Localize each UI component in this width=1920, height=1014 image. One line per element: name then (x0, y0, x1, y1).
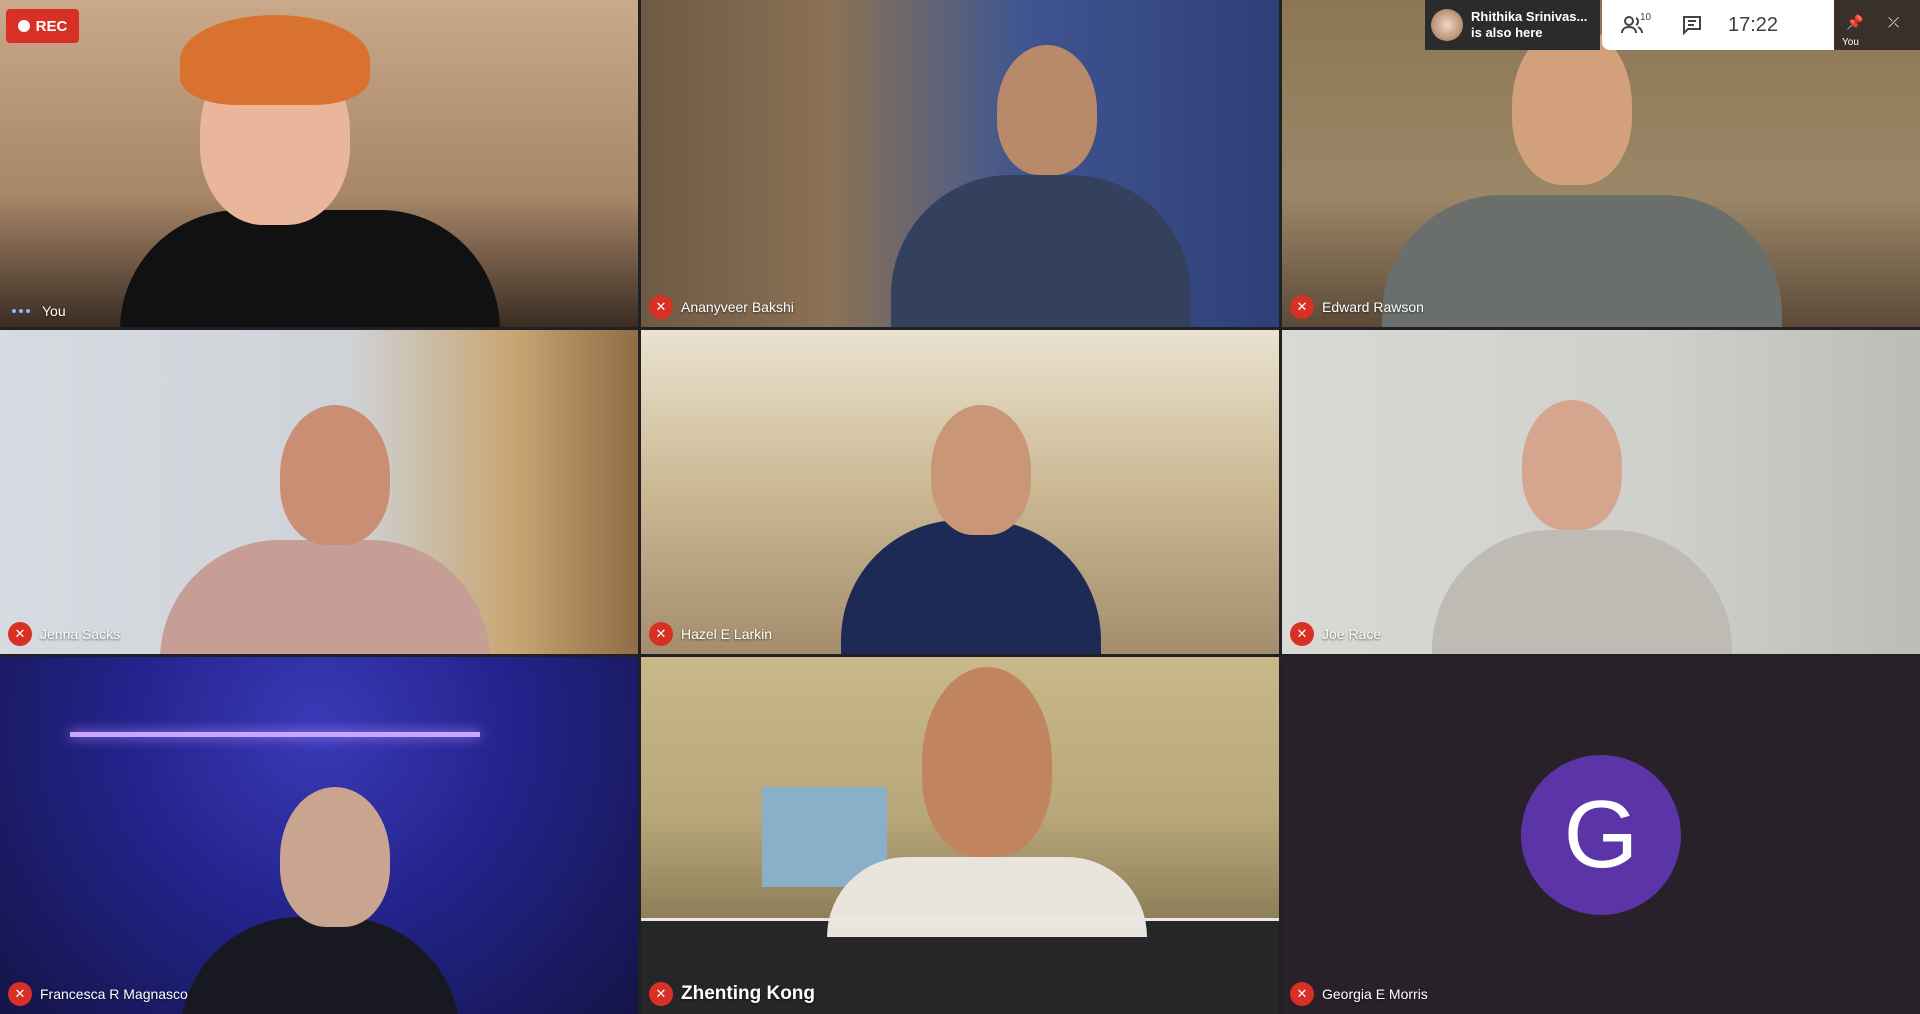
participant-tile[interactable]: ✕ Jenna Sacks (0, 330, 638, 654)
participant-name: Edward Rawson (1322, 299, 1424, 315)
record-dot-icon (17, 20, 30, 32)
notice-name: Rhithika Srinivas... (1471, 9, 1588, 24)
hide-self-view-icon[interactable]: ⤫ (1888, 14, 1906, 32)
person-silhouette (180, 917, 460, 1014)
participant-tile[interactable]: ✕ Joe Race (1282, 330, 1920, 654)
person-face (1522, 400, 1622, 530)
participant-grid: You ✕ Ananyveer Bakshi ✕ Edward Rawson ✕… (0, 0, 1920, 1014)
participant-avatar: G (1521, 755, 1681, 915)
pin-icon[interactable]: 📌 (1846, 14, 1864, 32)
self-view-thumbnail[interactable]: 📌 ⤫ You (1834, 0, 1920, 50)
people-button[interactable]: 10 (1602, 0, 1662, 50)
mic-off-icon: ✕ (649, 622, 673, 646)
mic-off-icon: ✕ (649, 295, 673, 319)
participant-name: Ananyveer Bakshi (681, 299, 794, 315)
person-face (280, 405, 390, 545)
mic-off-icon: ✕ (649, 982, 673, 1006)
participant-name: Hazel E Larkin (681, 626, 773, 642)
mic-off-icon: ✕ (1290, 982, 1314, 1006)
meeting-clock: 17:22 (1728, 13, 1779, 36)
person-silhouette (891, 175, 1191, 327)
participant-video (641, 657, 1279, 937)
participant-name: Joe Race (1322, 626, 1382, 642)
led-strip (70, 732, 480, 737)
participant-name: Jenna Sacks (40, 626, 121, 642)
person-silhouette (1382, 195, 1782, 327)
chat-icon (1683, 16, 1701, 35)
person-silhouette (841, 520, 1101, 654)
participant-name: Francesca R Magnasco (40, 986, 188, 1002)
person-face (931, 405, 1031, 535)
people-count: 10 (1640, 12, 1652, 23)
meeting-topbar: 10 17:22 (1602, 0, 1834, 50)
person-silhouette (120, 210, 500, 327)
mic-off-icon: ✕ (8, 982, 32, 1006)
notice-subtitle: is also here (1471, 25, 1543, 40)
mic-off-icon: ✕ (1290, 295, 1314, 319)
person-silhouette (1432, 530, 1732, 654)
mic-off-icon: ✕ (1290, 622, 1314, 646)
participant-tile[interactable]: ✕ Ananyveer Bakshi (641, 0, 1279, 327)
mic-off-icon: ✕ (8, 622, 32, 646)
participant-name: Zhenting Kong (681, 983, 816, 1004)
recording-indicator: REC (6, 9, 79, 43)
participant-tile-you[interactable]: You (0, 0, 638, 327)
participant-name: You (42, 303, 66, 319)
participant-tile[interactable]: ✕ Hazel E Larkin (641, 330, 1279, 654)
person-silhouette (160, 540, 490, 654)
person-face (922, 667, 1052, 857)
more-options-icon[interactable] (8, 309, 34, 313)
person-silhouette (827, 857, 1147, 937)
avatar (1431, 9, 1463, 41)
participant-tile[interactable]: ✕ Zhenting Kong (641, 657, 1279, 1014)
person-face (280, 787, 390, 927)
recording-label: REC (35, 17, 68, 35)
participant-joined-notice[interactable]: Rhithika Srinivas... is also here (1425, 0, 1600, 50)
participant-tile[interactable]: G ✕ Georgia E Morris (1282, 657, 1920, 1014)
participant-name: Georgia E Morris (1322, 986, 1428, 1002)
chat-button[interactable] (1662, 0, 1722, 50)
person-face (997, 45, 1097, 175)
participant-tile[interactable]: ✕ Francesca R Magnasco (0, 657, 638, 1014)
person-hair (180, 15, 370, 105)
self-view-label: You (1842, 37, 1859, 48)
